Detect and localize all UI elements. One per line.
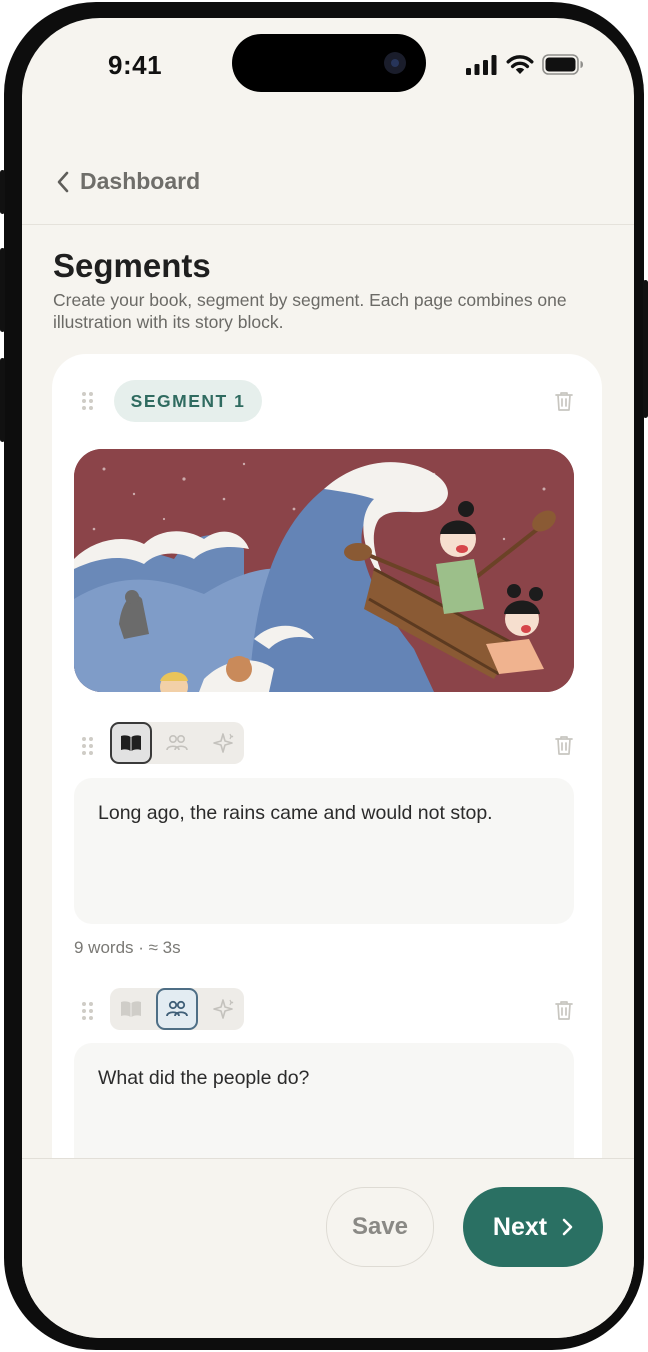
story-block-button[interactable] [110,722,152,764]
next-label: Next [492,1212,548,1241]
block-type-toolbar [110,988,244,1030]
illustration-image [74,449,574,692]
story-text-field[interactable]: Long ago, the rains came and would not s… [74,778,574,924]
book-icon [121,735,141,751]
sparkle-icon [213,999,234,1019]
magic-block-button[interactable] [202,988,244,1030]
segment-label: SEGMENT 1 [114,380,262,422]
dynamic-island [232,34,426,92]
top-nav: Dashboard [22,158,634,225]
sparkle-icon [213,733,234,753]
battery-icon [542,54,583,75]
save-button[interactable]: Save [326,1187,434,1267]
screen: 9:41 Dashboard Segments Create your book… [22,18,634,1338]
page-title: Segments [53,247,211,284]
discussion-block-button[interactable] [156,722,198,764]
drag-handle-icon[interactable] [82,737,96,757]
word-count: 9 words · ≈ 3s [74,938,181,957]
book-icon [121,1001,141,1017]
trash-icon[interactable] [554,999,574,1021]
page-subtitle: Create your book, segment by segment. Ea… [53,290,567,332]
cellular-signal-icon [466,54,497,75]
chevron-left-icon [57,171,69,192]
drag-handle-icon[interactable] [82,392,96,412]
power-button [643,280,648,418]
chevron-right-icon [562,1218,573,1236]
next-button[interactable]: Next [463,1187,603,1267]
drag-handle-icon[interactable] [82,1002,96,1022]
people-icon [166,734,188,751]
bottom-action-bar: Save Next [22,1158,634,1338]
mute-switch [0,170,5,214]
back-link[interactable]: Dashboard [56,168,200,195]
trash-icon[interactable] [554,390,574,412]
back-label: Dashboard [80,168,201,194]
magic-block-button[interactable] [202,722,244,764]
status-bar: 9:41 [22,18,634,110]
wifi-icon [506,55,534,74]
segment-illustration[interactable] [74,449,574,692]
phone-frame: 9:41 Dashboard Segments Create your book… [0,2,648,1350]
status-time: 9:41 [108,50,163,80]
trash-icon[interactable] [554,734,574,756]
discussion-block-button[interactable] [156,988,198,1030]
volume-up-button [0,248,5,332]
block-type-toolbar [110,722,244,764]
segments-content[interactable]: Segments Create your book, segment by se… [22,225,634,1159]
discussion-text-field[interactable]: What did the people do? [74,1043,574,1159]
story-block-button[interactable] [110,988,152,1030]
status-icons [466,54,584,75]
people-icon [166,1000,188,1017]
volume-down-button [0,358,5,442]
segment-card: SEGMENT 1 Long ago, the rains came and w… [52,354,602,1159]
camera-icon [384,52,406,74]
